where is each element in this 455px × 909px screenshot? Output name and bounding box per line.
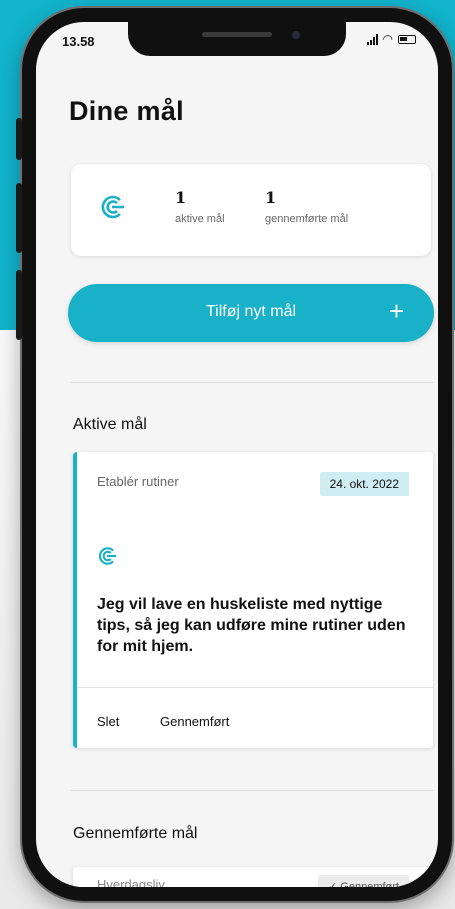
add-goal-label: Tilføj nyt mål [205,303,297,320]
goal-category: Etablér rutiner [97,474,179,489]
stats-card: 1 aktive mål 1 gennemførte mål [71,164,431,256]
target-icon [101,195,124,219]
goal-card[interactable]: Etablér rutiner 24. okt. 2022 Jeg vil la… [73,452,433,748]
completed-label: gennemførte mål [265,213,349,225]
add-goal-button[interactable]: Tilføj nyt mål + [68,284,434,342]
goal-date-badge: 24. okt. 2022 [319,472,409,496]
completed-stat: 1 gennemførte mål [265,188,350,225]
plus-icon: + [388,296,404,326]
notch [128,22,346,56]
divider [71,790,433,791]
target-icon [98,547,117,565]
completed-section-title: Gennemførte mål [73,825,198,842]
completed-count: 1 [265,188,277,207]
phone-frame: 13.58 ◠ Dine mål 1 aktive mål 1 gennemfø… [16,8,452,901]
goal-card-accent [73,452,77,748]
completed-goal-category: Hverdagsliv [97,877,165,887]
active-stat: 1 aktive mål [175,188,265,225]
battery-icon [398,34,416,44]
app-screen: 13.58 ◠ Dine mål 1 aktive mål 1 gennemfø… [36,22,438,887]
volume-down-button [16,270,22,340]
signal-icon [366,33,378,45]
mute-switch [16,118,22,160]
wifi-icon: ◠ [382,32,393,46]
delete-button[interactable]: Slet [97,714,119,729]
complete-button[interactable]: Gennemført [160,714,229,729]
divider [71,382,433,383]
status-time: 13.58 [62,34,95,49]
completed-badge: ✓ Gennemført [318,875,409,887]
volume-up-button [16,183,22,253]
camera [292,31,300,39]
status-icons: ◠ [366,32,416,46]
active-label: aktive mål [175,213,225,225]
completed-goal-card[interactable]: Hverdagsliv ✓ Gennemført [73,867,433,887]
active-count: 1 [175,188,187,207]
page-title: Dine mål [69,96,184,126]
goal-card-divider [77,687,433,688]
active-section-title: Aktive mål [73,416,147,433]
goal-text: Jeg vil lave en huskeliste med nyttige t… [97,596,406,655]
speaker [202,32,272,37]
